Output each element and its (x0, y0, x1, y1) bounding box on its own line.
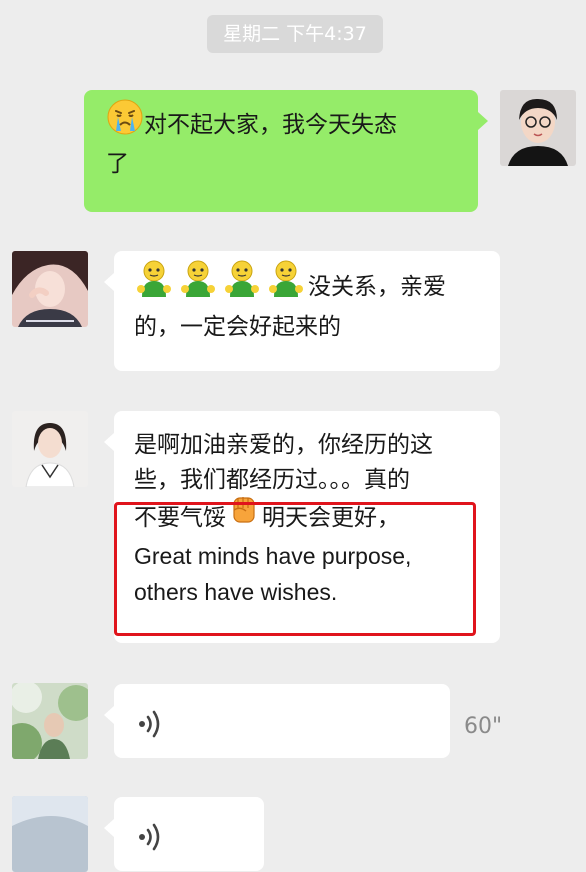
voice-duration: 60" (464, 714, 503, 739)
message-text-line: 是啊加油亲爱的，你经历的这 (134, 432, 433, 458)
voice-message-bubble[interactable] (104, 684, 450, 758)
contact-avatar[interactable] (12, 683, 88, 759)
voice-wave-icon (138, 823, 162, 862)
message-text-line: Great minds have purpose, (134, 543, 412, 569)
contact-avatar[interactable] (12, 251, 88, 327)
chat-timestamp: 星期二 下午4:37 (207, 15, 383, 53)
voice-wave-icon (138, 710, 162, 749)
crying-face-icon (106, 98, 144, 147)
raised-fist-icon (226, 492, 262, 539)
strong-green-figure-icon (134, 259, 308, 310)
message-text-line: 对不起大家，我今天失态 (144, 112, 397, 138)
my-avatar[interactable] (500, 90, 576, 166)
message-text-line: 不要气馁 (134, 505, 226, 531)
message-text-line: 的，一定会好起来的 (134, 314, 341, 340)
contact-avatar[interactable] (12, 411, 88, 487)
outgoing-message-bubble[interactable]: 对不起大家，我今天失态 了 (84, 90, 488, 212)
message-text-line: 明天会更好， (262, 505, 400, 531)
message-text-line: others have wishes. (134, 579, 338, 605)
message-text-line: 些，我们都经历过。。。真的 (134, 467, 410, 493)
message-text-line: 了 (106, 151, 129, 177)
contact-avatar[interactable] (12, 796, 88, 872)
incoming-message-bubble[interactable]: 是啊加油亲爱的，你经历的这 些，我们都经历过。。。真的 不要气馁 明天会更好， … (104, 411, 500, 643)
message-text-line: 没关系，亲爱 (308, 274, 446, 300)
incoming-message-bubble[interactable]: 没关系，亲爱 的，一定会好起来的 (104, 251, 500, 371)
voice-message-bubble[interactable] (104, 797, 264, 871)
